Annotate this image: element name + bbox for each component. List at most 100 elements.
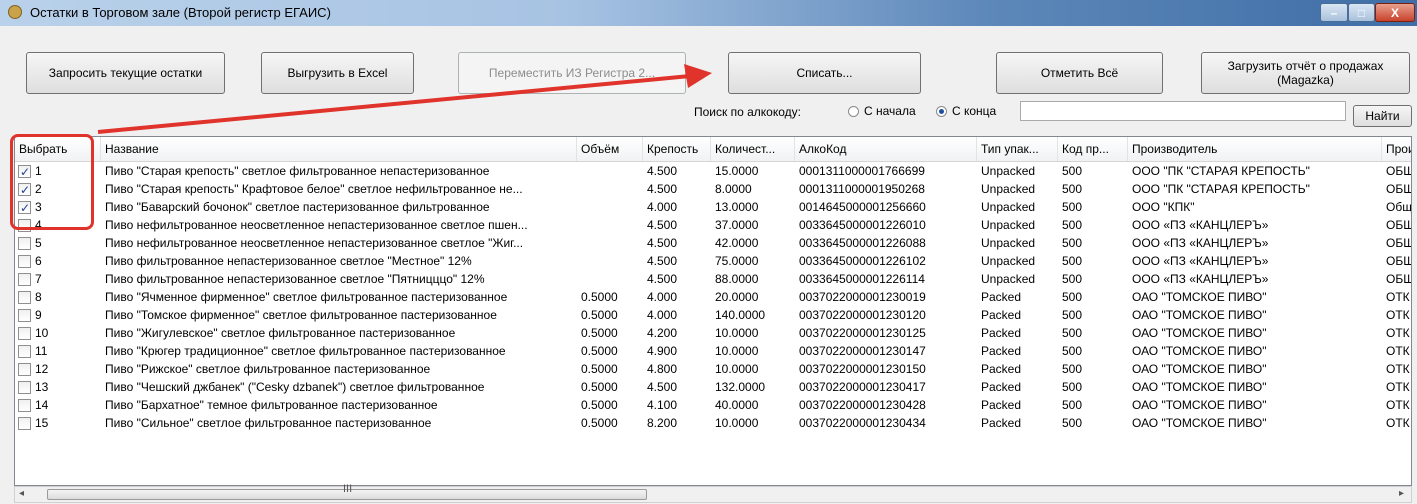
row-number: 7 [35,272,42,286]
find-button[interactable]: Найти [1353,105,1412,127]
table-row[interactable]: 13 Пиво "Чешский джбанек" ("Cesky dzbanek… [15,378,1411,396]
alcocode-search-input[interactable] [1020,101,1346,121]
row-checkbox[interactable] [18,181,31,198]
radio-from-start-dot[interactable] [848,105,859,117]
cell-qty: 10.0000 [715,344,759,358]
column-header-7[interactable]: Код пр... [1058,137,1128,161]
select-cell[interactable]: 5 [15,234,101,252]
load-sales-button[interactable]: Загрузить отчёт о продажах (Magazka) [1201,52,1410,94]
column-header-5[interactable]: АлкоКод [795,137,977,161]
column-header-1[interactable]: Название [101,137,577,161]
select-cell[interactable]: 8 [15,288,101,306]
maximize-button[interactable]: □ [1348,3,1375,22]
cell-name: Пиво "Старая крепость" Крафтовое белое" … [105,182,523,196]
cell-abv: 4.500 [647,218,678,232]
table-row[interactable]: 9 Пиво "Томское фирменное" светлое фильтр… [15,306,1411,324]
cell-pack: Packed [981,290,1022,304]
export-excel-button[interactable]: Выгрузить в Excel [261,52,414,94]
cell-volume [577,162,643,180]
radio-from-end[interactable]: С конца [936,104,996,118]
cell-volume: 0.5000 [581,398,618,412]
select-cell[interactable]: 10 [15,324,101,342]
table-row[interactable]: 6 Пиво фильтрованное непастеризованное св… [15,252,1411,270]
table-row[interactable]: 1 Пиво "Старая крепость" светлое фильтров… [15,162,1412,180]
row-checkbox[interactable] [18,291,31,304]
cell-pack: Packed [981,398,1022,412]
column-header-2[interactable]: Объём [577,137,643,161]
select-cell[interactable]: 9 [15,306,101,324]
cell-prodcode: 500 [1062,182,1083,196]
table-row[interactable]: 8 Пиво "Ячменное фирменное" светлое фильт… [15,288,1411,306]
table-row[interactable]: 7 Пиво фильтрованное непастеризованное св… [15,270,1411,288]
column-header-4[interactable]: Количест... [711,137,795,161]
select-cell[interactable]: 11 [15,342,101,360]
table-row[interactable]: 11 Пиво "Крюгер традиционное" светлое фил… [15,342,1411,360]
table-row[interactable]: 14 Пиво "Бархатное" темное фильтрованное … [15,396,1411,414]
app-icon [8,5,22,19]
column-header-8[interactable]: Производитель [1128,137,1382,161]
table-row[interactable]: 15 Пиво "Сильное" светлое фильтрованное п… [15,414,1411,432]
select-cell[interactable]: 15 [15,414,101,432]
table-row[interactable]: 4 Пиво нефильтрованное неосветленное непа… [15,216,1411,234]
radio-from-start[interactable]: С начала [848,104,916,118]
cell-code: 0037022000001230417 [799,380,926,394]
row-checkbox[interactable] [18,399,31,412]
select-cell[interactable]: 14 [15,396,101,414]
table-row[interactable]: 5 Пиво нефильтрованное неосветленное непа… [15,234,1411,252]
cell-extra: ОБЩ [1386,164,1412,178]
cell-abv: 4.500 [647,236,678,250]
select-cell[interactable]: 2 [15,180,101,198]
row-number: 2 [35,182,42,196]
cell-pack: Unpacked [981,272,1036,286]
column-header-3[interactable]: Крепость [643,137,711,161]
select-cell[interactable]: 12 [15,360,101,378]
table-row[interactable]: 2 Пиво "Старая крепость" Крафтовое белое"… [15,180,1411,198]
select-all-button[interactable]: Отметить Всё [996,52,1163,94]
move-from-register-button[interactable]: Переместить ИЗ Регистра 2... [458,52,686,94]
column-header-0[interactable]: Выбрать [15,137,101,161]
select-cell[interactable]: 3 [15,198,101,216]
cell-pack: Packed [981,380,1022,394]
select-cell[interactable]: 7 [15,270,101,288]
row-checkbox[interactable] [18,163,31,180]
row-checkbox[interactable] [18,255,31,268]
horizontal-scrollbar[interactable]: ◂ III ▸ [14,483,1412,503]
minimize-button[interactable]: – [1320,3,1348,22]
row-checkbox[interactable] [18,363,31,376]
cell-name: Пиво "Крюгер традиционное" светлое фильт… [105,344,506,358]
select-cell[interactable]: 6 [15,252,101,270]
row-checkbox[interactable] [18,417,31,430]
request-stock-button[interactable]: Запросить текущие остатки [26,52,225,94]
select-cell[interactable]: 4 [15,216,101,234]
radio-from-end-dot[interactable] [936,105,947,117]
write-off-button[interactable]: Списать... [728,52,921,94]
close-button[interactable]: X [1375,3,1415,22]
row-checkbox[interactable] [18,273,31,286]
row-checkbox[interactable] [18,219,31,232]
row-checkbox[interactable] [18,345,31,358]
table-row[interactable]: 12 Пиво "Рижское" светлое фильтрованное п… [15,360,1411,378]
row-checkbox[interactable] [18,199,31,216]
cell-extra: ОТК [1386,326,1410,340]
row-checkbox[interactable] [18,327,31,340]
column-header-9[interactable]: Прои [1382,137,1411,161]
row-checkbox[interactable] [18,381,31,394]
cell-qty: 15.0000 [715,164,759,178]
cell-code: 0033645000001226114 [799,272,925,286]
cell-qty: 20.0000 [715,290,759,304]
scroll-right-icon[interactable]: ▸ [1399,488,1404,499]
cell-qty: 140.0000 [715,308,766,322]
scroll-left-icon[interactable]: ◂ [19,488,24,499]
select-cell[interactable]: 1 [15,162,101,180]
cell-name: Пиво "Жигулевское" светлое фильтрованное… [105,326,456,340]
cell-maker: ОАО "ТОМСКОЕ ПИВО" [1132,326,1267,340]
cell-maker: ОАО "ТОМСКОЕ ПИВО" [1132,362,1267,376]
row-checkbox[interactable] [18,237,31,250]
column-header-6[interactable]: Тип упак... [977,137,1058,161]
select-cell[interactable]: 13 [15,378,101,396]
cell-name: Пиво нефильтрованное неосветленное непас… [105,236,524,250]
table-row[interactable]: 3 Пиво "Баварский бочонок" светлое пастер… [15,198,1411,216]
cell-name: Пиво "Ячменное фирменное" светлое фильтр… [105,290,508,304]
row-checkbox[interactable] [18,309,31,322]
table-row[interactable]: 10 Пиво "Жигулевское" светлое фильтрованн… [15,324,1411,342]
